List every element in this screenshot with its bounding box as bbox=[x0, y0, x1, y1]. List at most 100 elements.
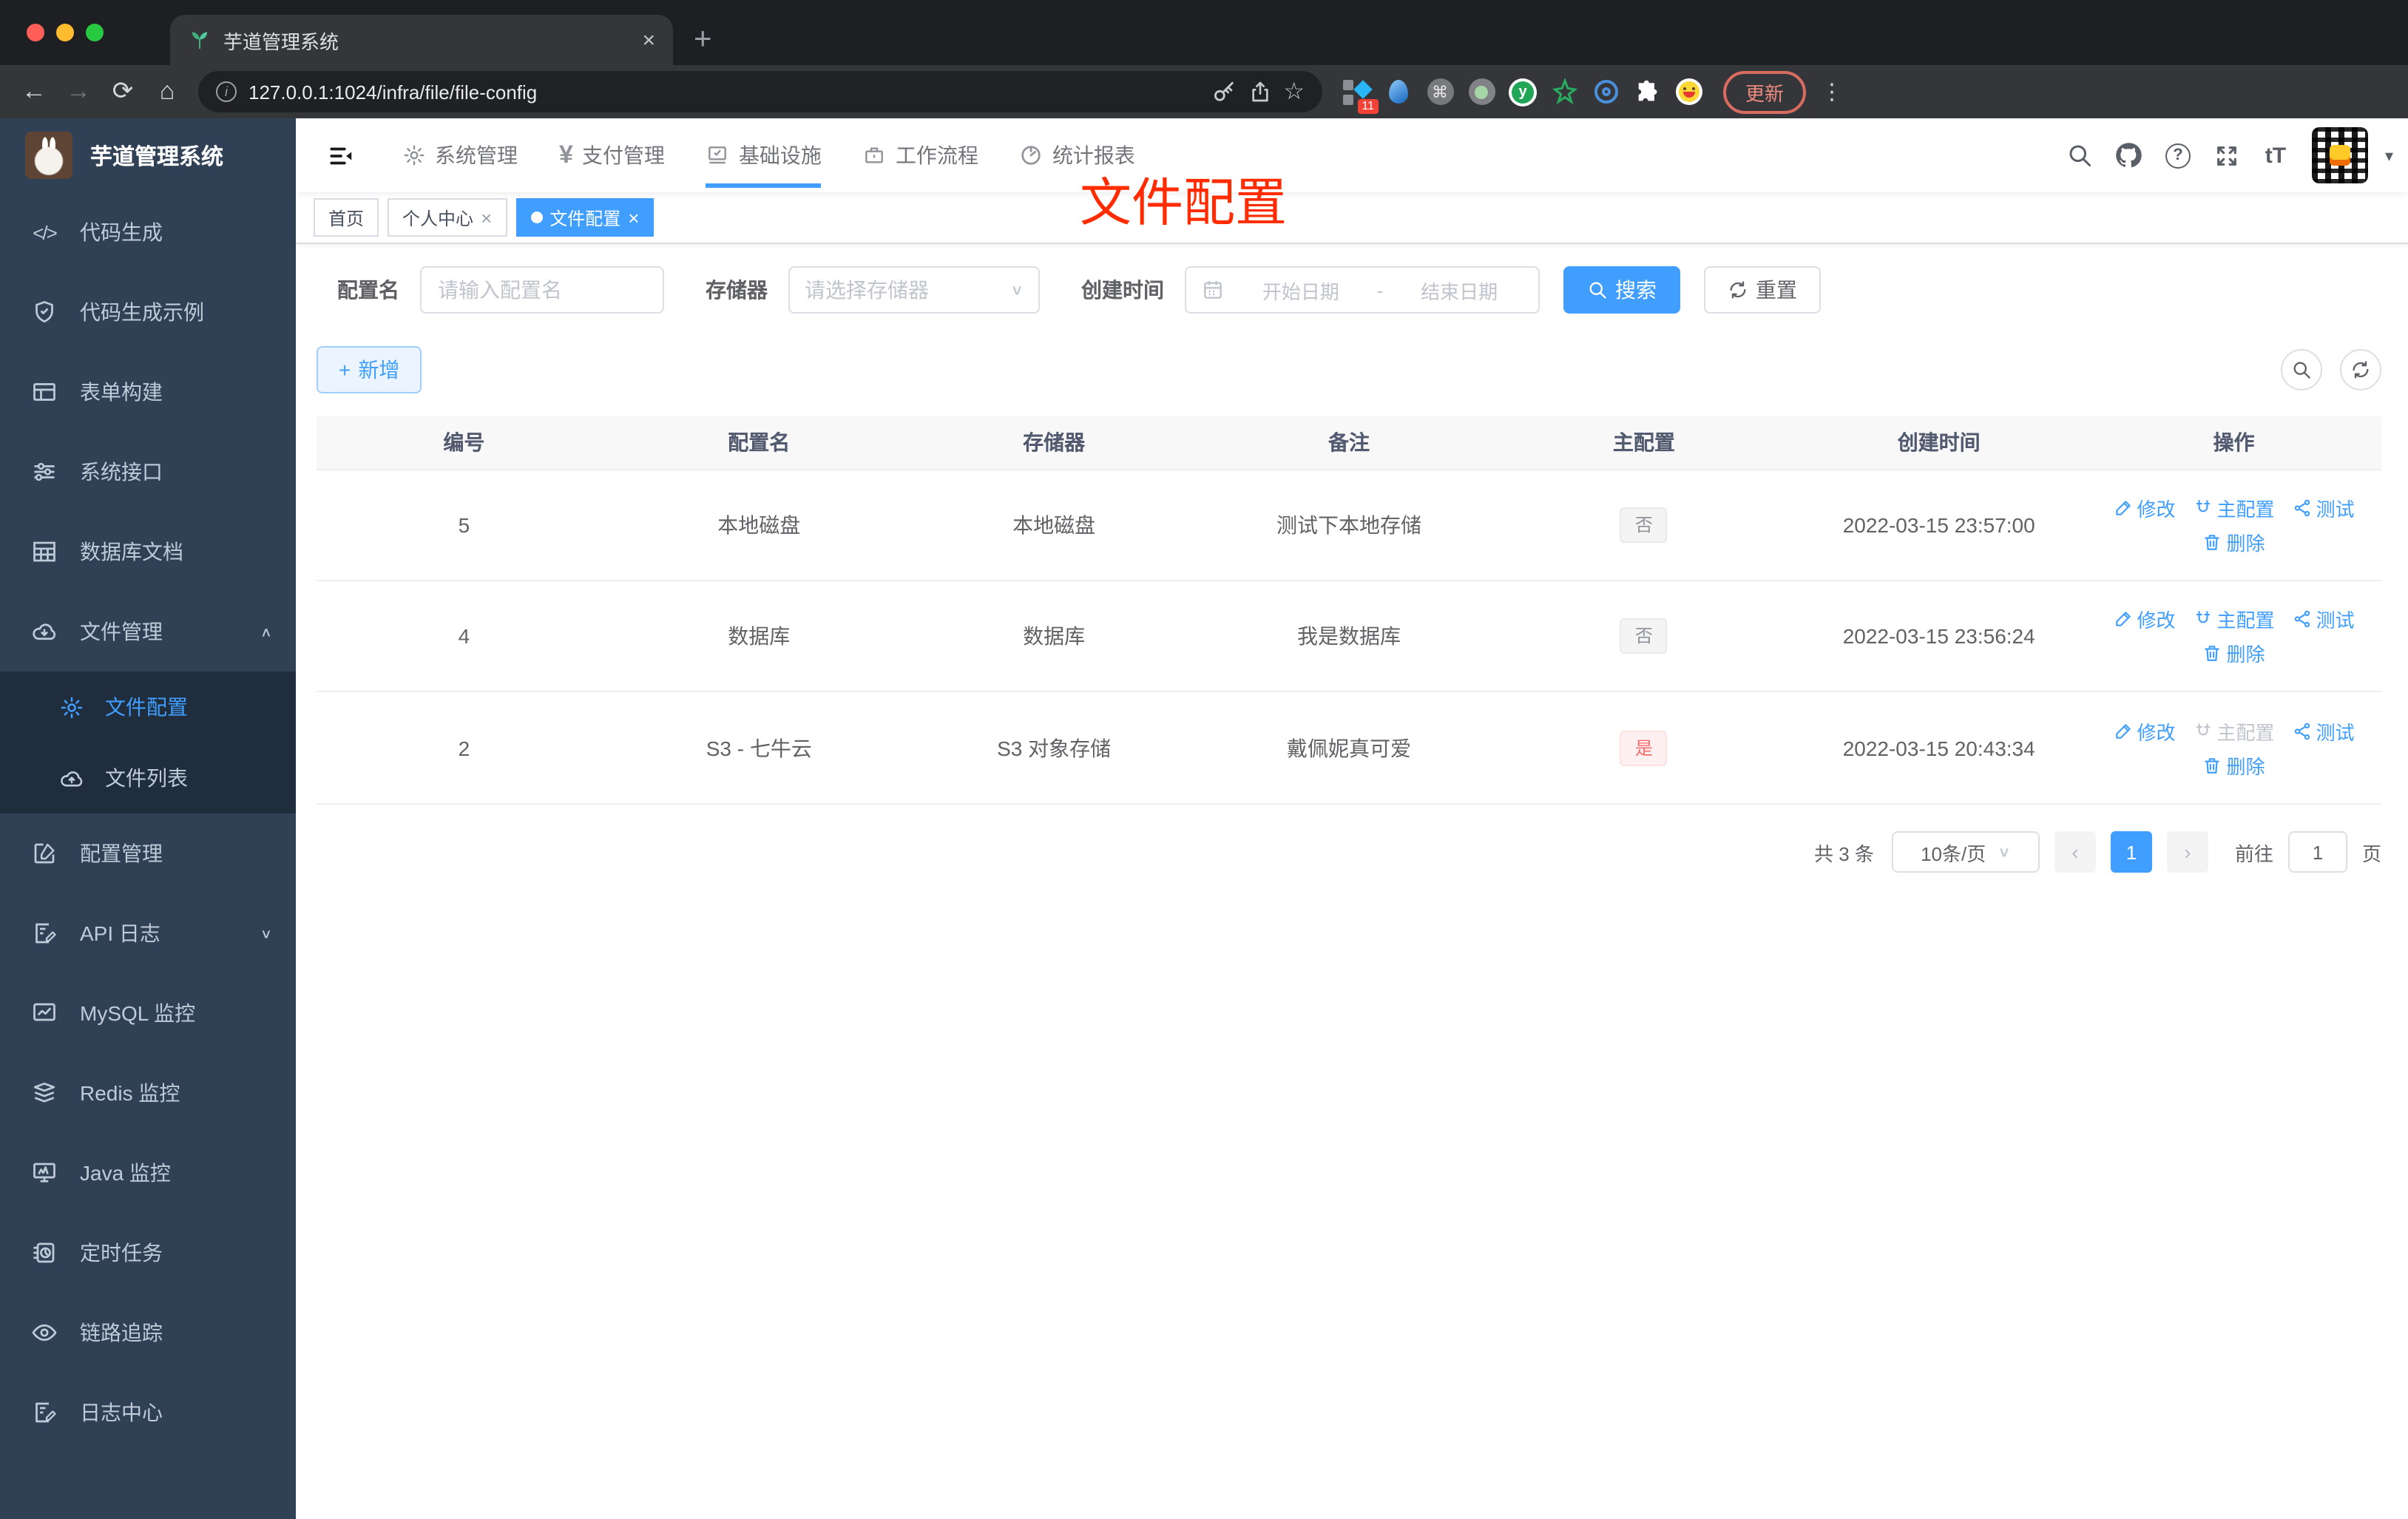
sidebar-logo-row[interactable]: 芋道管理系统 bbox=[0, 118, 296, 192]
new-tab-button[interactable]: + bbox=[694, 22, 712, 58]
sidebar-item-log-center[interactable]: 日志中心 bbox=[0, 1373, 296, 1452]
browser-toolbar: ← → ⟳ ⌂ i 127.0.0.1:1024/infra/file/file… bbox=[0, 65, 2408, 118]
extension-emoji-icon[interactable] bbox=[1674, 78, 1702, 106]
storage-select[interactable]: 请选择存储器 ∨ bbox=[788, 266, 1040, 314]
test-button[interactable]: 测试 bbox=[2293, 717, 2355, 745]
tab-system-management[interactable]: 系统管理 bbox=[382, 118, 538, 192]
sidebar-item-code-example[interactable]: 代码生成示例 bbox=[0, 272, 296, 352]
sidebar-menu: </> 代码生成 代码生成示例 表单构建 系统接口 数据库文档 文件管理 ∧ 文… bbox=[0, 192, 296, 1519]
search-icon[interactable] bbox=[2063, 138, 2098, 173]
extension-puzzle-icon[interactable] bbox=[1633, 78, 1661, 106]
test-button[interactable]: 测试 bbox=[2293, 605, 2355, 633]
sidebar-item-file-list[interactable]: 文件列表 bbox=[0, 742, 296, 813]
sidebar-item-scheduled-task[interactable]: 定时任务 bbox=[0, 1213, 296, 1293]
font-size-icon[interactable]: tT bbox=[2258, 138, 2293, 173]
url-bar[interactable]: i 127.0.0.1:1024/infra/file/file-config … bbox=[198, 71, 1322, 112]
delete-button[interactable]: 删除 bbox=[2203, 528, 2265, 556]
home-button[interactable]: ⌂ bbox=[148, 77, 186, 106]
back-button[interactable]: ← bbox=[15, 77, 53, 106]
sidebar-item-system-api[interactable]: 系统接口 bbox=[0, 432, 296, 512]
bookmark-star-icon[interactable]: ☆ bbox=[1283, 77, 1305, 106]
github-icon[interactable] bbox=[2111, 138, 2147, 173]
col-storage: 存储器 bbox=[1023, 430, 1086, 454]
delete-button[interactable]: 删除 bbox=[2203, 751, 2265, 779]
sidebar-item-java-monitor[interactable]: Java 监控 bbox=[0, 1133, 296, 1213]
close-icon[interactable]: × bbox=[481, 206, 492, 229]
page-number-active[interactable]: 1 bbox=[2110, 831, 2152, 873]
extension-balloon-icon[interactable] bbox=[1384, 78, 1413, 106]
magnet-icon bbox=[2194, 609, 2213, 629]
edit-button[interactable]: 修改 bbox=[2114, 717, 2176, 745]
zoom-window-button[interactable] bbox=[86, 24, 104, 41]
sidebar-item-api-log[interactable]: API 日志 ∨ bbox=[0, 893, 296, 973]
forward-button[interactable]: → bbox=[59, 77, 98, 106]
tag-file-config[interactable]: 文件配置 × bbox=[515, 198, 655, 237]
extension-eye-icon[interactable] bbox=[1592, 78, 1620, 106]
url-text[interactable]: 127.0.0.1:1024/infra/file/file-config bbox=[248, 81, 1199, 103]
tab-infrastructure[interactable]: 基础设施 bbox=[686, 118, 842, 192]
tag-home[interactable]: 首页 bbox=[314, 198, 379, 237]
master-config-button[interactable]: 主配置 bbox=[2194, 494, 2275, 522]
traffic-lights[interactable] bbox=[27, 24, 104, 41]
user-avatar[interactable] bbox=[2312, 127, 2369, 183]
sidebar-item-mysql-monitor[interactable]: MySQL 监控 bbox=[0, 973, 296, 1053]
goto-page-input[interactable] bbox=[2287, 831, 2347, 873]
close-window-button[interactable] bbox=[27, 24, 44, 41]
config-name-input[interactable] bbox=[420, 266, 664, 314]
extension-star-icon[interactable] bbox=[1550, 78, 1578, 106]
search-toggle-button[interactable] bbox=[2281, 349, 2322, 390]
avatar-caret-down-icon[interactable]: ▾ bbox=[2385, 146, 2393, 165]
minimize-window-button[interactable] bbox=[56, 24, 74, 41]
sidebar-item-trace[interactable]: 链路追踪 bbox=[0, 1293, 296, 1373]
password-key-icon[interactable] bbox=[1211, 79, 1236, 104]
extension-y-icon[interactable]: y bbox=[1509, 78, 1537, 106]
delete-button[interactable]: 删除 bbox=[2203, 639, 2265, 667]
pagination: 共 3 条 10条/页 ∨ ‹ 1 › 前往 页 bbox=[317, 831, 2381, 873]
reload-button[interactable]: ⟳ bbox=[104, 77, 142, 106]
config-name-label: 配置名 bbox=[337, 278, 399, 302]
master-config-button[interactable]: 主配置 bbox=[2194, 605, 2275, 633]
trash-icon bbox=[2203, 643, 2222, 663]
browser-chrome: 芋道管理系统 × + ← → ⟳ ⌂ i 127.0.0.1:1024/infr… bbox=[0, 0, 2408, 118]
reset-button[interactable]: 重置 bbox=[1704, 266, 1821, 314]
edit-button[interactable]: 修改 bbox=[2114, 605, 2176, 633]
prev-page-button[interactable]: ‹ bbox=[2054, 831, 2096, 873]
sidebar-item-code-generation[interactable]: </> 代码生成 bbox=[0, 192, 296, 272]
browser-tab[interactable]: 芋道管理系统 × bbox=[170, 15, 673, 65]
sidebar-item-file-management[interactable]: 文件管理 ∧ bbox=[0, 592, 296, 671]
chrome-update-button[interactable]: 更新 bbox=[1723, 70, 1807, 113]
extension-circle-icon[interactable] bbox=[1467, 78, 1495, 106]
extension-command-icon[interactable]: ⌘ bbox=[1426, 78, 1454, 106]
chrome-menu-icon[interactable]: ⋮ bbox=[1821, 78, 1843, 105]
sidebar-item-db-doc[interactable]: 数据库文档 bbox=[0, 512, 296, 592]
fullscreen-icon[interactable] bbox=[2209, 138, 2245, 173]
browser-tabstrip: 芋道管理系统 × + bbox=[0, 0, 2408, 65]
next-page-button[interactable]: › bbox=[2166, 831, 2208, 873]
site-info-icon[interactable]: i bbox=[216, 81, 237, 102]
date-range-picker[interactable]: 开始日期 - 结束日期 bbox=[1185, 266, 1540, 314]
tab-close-icon[interactable]: × bbox=[642, 27, 655, 53]
tag-profile[interactable]: 个人中心 × bbox=[388, 198, 507, 237]
chevron-down-icon: ∨ bbox=[1998, 843, 2011, 861]
refresh-table-button[interactable] bbox=[2340, 349, 2381, 390]
page-size-select[interactable]: 10条/页 ∨ bbox=[1891, 831, 2040, 873]
sidebar-item-form-builder[interactable]: 表单构建 bbox=[0, 352, 296, 432]
test-button[interactable]: 测试 bbox=[2293, 494, 2355, 522]
tab-workflow[interactable]: 工作流程 bbox=[842, 118, 999, 192]
tab-payment-management[interactable]: ¥ 支付管理 bbox=[538, 118, 686, 192]
help-icon[interactable]: ? bbox=[2160, 138, 2196, 173]
sidebar-item-config-management[interactable]: 配置管理 bbox=[0, 813, 296, 893]
search-button[interactable]: 搜索 bbox=[1563, 266, 1680, 314]
close-icon[interactable]: × bbox=[628, 206, 639, 229]
date-start-placeholder[interactable]: 开始日期 bbox=[1237, 276, 1365, 304]
sidebar-item-file-config[interactable]: 文件配置 bbox=[0, 671, 296, 742]
date-end-placeholder[interactable]: 结束日期 bbox=[1395, 276, 1523, 304]
add-button[interactable]: + 新增 bbox=[317, 346, 422, 393]
hamburger-icon[interactable] bbox=[314, 129, 367, 182]
sidebar-item-redis-monitor[interactable]: Redis 监控 bbox=[0, 1053, 296, 1133]
form-icon bbox=[31, 379, 58, 405]
edit-button[interactable]: 修改 bbox=[2114, 494, 2176, 522]
share-icon[interactable] bbox=[1248, 80, 1271, 104]
briefcase-icon bbox=[863, 143, 887, 167]
extension-pin-icon[interactable]: 11 bbox=[1343, 78, 1379, 113]
